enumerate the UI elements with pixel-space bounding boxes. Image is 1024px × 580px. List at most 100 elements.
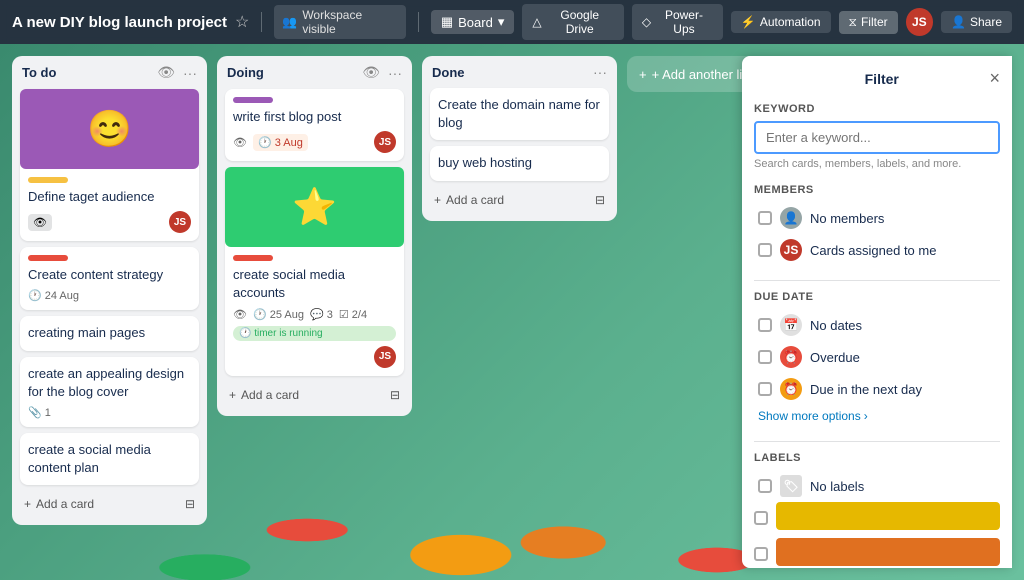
eye-icon-doing[interactable]: 👁	[362, 64, 380, 81]
list-done: Done ··· Create the domain name for blog…	[422, 56, 617, 221]
filter-members-section: Members 👤 No members JS Cards assigned t…	[754, 184, 1000, 266]
filter-close-button[interactable]: ×	[989, 68, 1000, 89]
powerups-icon: ◇	[642, 15, 651, 29]
comments: 💬 3	[310, 308, 333, 321]
card-label-yellow	[28, 177, 68, 183]
avatar[interactable]: JS	[906, 8, 933, 36]
add-card-doing[interactable]: + Add a card ⊟	[225, 382, 404, 408]
card-social-accounts[interactable]: ⭐ create social media accounts 👁 🕐 25 Au…	[225, 167, 404, 375]
board-icon: ▦	[441, 14, 453, 30]
workspace-label: Workspace visible	[302, 8, 398, 36]
due-25: 🕐 25 Aug	[253, 308, 304, 321]
separator-2	[418, 12, 419, 32]
timer-row: 🕐 timer is running	[233, 326, 396, 341]
checkbox-orange-label[interactable]	[754, 547, 768, 561]
card-main-pages[interactable]: creating main pages	[20, 316, 199, 350]
add-card-label-2: Add a card	[241, 388, 299, 402]
filter-due-section: Due date 📅 No dates ⏰ Overdue ⏰ Due in t…	[754, 291, 1000, 427]
eye-badge: 👁	[28, 214, 52, 231]
filter-panel: Filter × Keyword Search cards, members, …	[742, 56, 1012, 568]
separator	[261, 12, 262, 32]
keyword-input[interactable]	[754, 121, 1000, 154]
yellow-label-swatch[interactable]	[776, 502, 1000, 530]
card-hosting[interactable]: buy web hosting	[430, 146, 609, 180]
template-icon: ⊟	[185, 497, 195, 511]
add-list-label: + Add another list	[652, 67, 753, 82]
card-cover-green: ⭐	[225, 167, 404, 247]
due-badge-orange: 🕐 3 Aug	[253, 134, 308, 151]
list-todo-title: To do	[22, 65, 56, 80]
card-social-plan[interactable]: create a social media content plan	[20, 433, 199, 485]
filter-button[interactable]: ⧖ Filter	[839, 11, 898, 34]
card-domain[interactable]: Create the domain name for blog	[430, 88, 609, 140]
label-row-orange	[754, 538, 1000, 568]
card-cover-purple: 😊	[20, 89, 199, 169]
checkbox-no-dates[interactable]	[758, 318, 772, 332]
card-meta: 👁 JS	[28, 211, 191, 233]
filter-icon: ⧖	[849, 15, 857, 30]
filter-no-dates[interactable]: 📅 No dates	[754, 309, 1000, 341]
checkbox-no-labels[interactable]	[758, 479, 772, 493]
plus-icon-list: +	[639, 67, 647, 82]
card-content-strategy[interactable]: Create content strategy 🕐 24 Aug	[20, 247, 199, 310]
checklist: ☑ 2/4	[339, 308, 367, 321]
orange-label-swatch[interactable]	[776, 538, 1000, 566]
google-drive-button[interactable]: △ Google Drive	[522, 4, 623, 40]
card-title-9: buy web hosting	[438, 154, 601, 172]
more-icon-done[interactable]: ···	[593, 64, 607, 80]
card-meta-4: 📎 1	[28, 406, 191, 419]
list-doing-title: Doing	[227, 65, 264, 80]
card-label-purple	[233, 97, 273, 103]
filter-overdue[interactable]: ⏰ Overdue	[754, 341, 1000, 373]
card-title-5: create a social media content plan	[28, 441, 191, 477]
list-done-header: Done ···	[430, 64, 609, 80]
keyword-section-label: Keyword	[754, 103, 1000, 115]
no-labels-label: No labels	[810, 479, 864, 494]
add-card-label-3: Add a card	[446, 193, 504, 207]
eye-icon[interactable]: 👁	[157, 64, 175, 81]
star-icon[interactable]: ☆	[235, 12, 249, 32]
checkbox-assigned[interactable]	[758, 243, 772, 257]
plus-icon-3: +	[434, 193, 441, 207]
filter-no-labels[interactable]: 🏷 No labels	[754, 470, 1000, 502]
add-card-todo[interactable]: + Add a card ⊟	[20, 491, 199, 517]
power-ups-button[interactable]: ◇ Power-Ups	[632, 4, 723, 40]
chevron-down-icon: ▾	[498, 14, 505, 30]
card-avatar: JS	[169, 211, 191, 233]
filter-next-day[interactable]: ⏰ Due in the next day	[754, 373, 1000, 405]
chevron-icon: ›	[864, 409, 868, 423]
person-icon-gray: 👤	[780, 207, 802, 229]
card-blog-cover[interactable]: create an appealing design for the blog …	[20, 357, 199, 427]
due-date: 🕐 24 Aug	[28, 289, 79, 302]
filter-cards-assigned[interactable]: JS Cards assigned to me	[754, 234, 1000, 266]
more-icon[interactable]: ···	[183, 65, 197, 81]
card-first-blog[interactable]: write first blog post 👁 🕐 3 Aug JS	[225, 89, 404, 161]
drive-icon: △	[532, 15, 541, 29]
card-avatar-6: JS	[374, 131, 396, 153]
show-more-link[interactable]: Show more options ›	[754, 405, 1000, 427]
no-label-icon: 🏷	[780, 475, 802, 497]
board-button[interactable]: ▦ Board ▾	[431, 10, 515, 34]
checkbox-yellow-label[interactable]	[754, 511, 768, 525]
card-define-audience[interactable]: 😊 Define taget audience 👁 JS	[20, 89, 199, 241]
filter-header: Filter ×	[754, 68, 1000, 89]
header: A new DIY blog launch project ☆ 👥 Worksp…	[0, 0, 1024, 44]
more-icon-doing[interactable]: ···	[388, 65, 402, 81]
automation-button[interactable]: ⚡ Automation	[731, 11, 831, 33]
add-card-done[interactable]: + Add a card ⊟	[430, 187, 609, 213]
next-day-icon: ⏰	[780, 378, 802, 400]
show-more-label: Show more options	[758, 409, 861, 423]
share-icon: 👤	[951, 15, 966, 29]
board-area: To do 👁 ··· 😊 Define taget audience 👁 JS	[0, 44, 1024, 580]
checkbox-no-members[interactable]	[758, 211, 772, 225]
filter-no-members[interactable]: 👤 No members	[754, 202, 1000, 234]
attachment-count: 📎 1	[28, 406, 51, 419]
share-button[interactable]: 👤 Share	[941, 11, 1012, 33]
checkbox-overdue[interactable]	[758, 350, 772, 364]
checkbox-next-day[interactable]	[758, 382, 772, 396]
add-card-label: Add a card	[36, 497, 94, 511]
card-title-4: create an appealing design for the blog …	[28, 365, 191, 401]
list-todo-icons: 👁 ···	[157, 64, 197, 81]
workspace-button[interactable]: 👥 Workspace visible	[274, 5, 406, 39]
card-meta-7: 👁 🕐 25 Aug 💬 3 ☑ 2/4	[233, 308, 396, 321]
